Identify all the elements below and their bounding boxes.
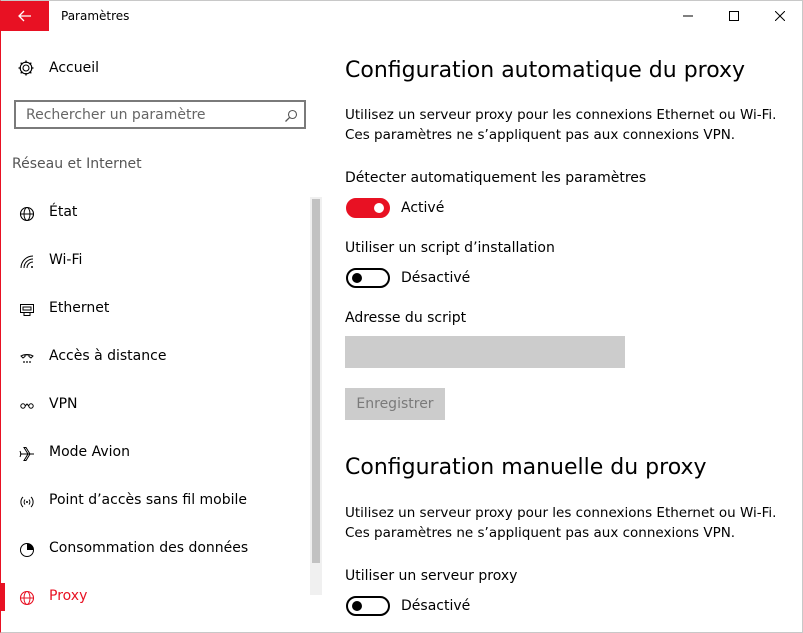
sidebar-item-mode-avion[interactable]: Mode Avion (1, 433, 309, 473)
minimize-icon (683, 15, 693, 17)
search-placeholder: Rechercher un paramètre (26, 107, 206, 123)
window-title: Paramètres (61, 9, 130, 23)
sidebar-item-label: Wi-Fi (49, 252, 83, 268)
sidebar-item-ethernet[interactable]: Ethernet (1, 289, 309, 329)
setup-script-label: Utiliser un script d’installation (345, 240, 555, 256)
sidebar-item-label: Point d’accès sans fil mobile (49, 492, 248, 508)
sidebar-scrollbar[interactable] (310, 197, 322, 595)
toggle-knob (352, 273, 362, 283)
section-label: Réseau et Internet (12, 156, 142, 172)
sidebar-item-label: État (49, 204, 78, 220)
sidebar-home-label: Accueil (49, 60, 99, 76)
back-arrow-icon (18, 10, 31, 22)
sidebar-home[interactable]: Accueil (1, 53, 323, 83)
manual-proxy-desc-line2: Ces paramètres ne s’appliquent pas aux c… (345, 525, 736, 541)
use-proxy-toggle[interactable] (346, 596, 390, 616)
script-address-input[interactable] (345, 336, 625, 368)
minimize-button[interactable] (665, 1, 711, 31)
globe-icon (18, 589, 36, 607)
mobile-hotspot-icon (18, 493, 36, 511)
sidebar-item-consommation[interactable]: Consommation des données (1, 529, 309, 569)
search-icon (284, 108, 298, 127)
vpn-icon (18, 397, 36, 415)
maximize-button[interactable] (711, 1, 757, 31)
close-button[interactable] (757, 1, 802, 31)
detect-settings-toggle[interactable] (346, 198, 390, 218)
detect-settings-label: Détecter automatiquement les paramètres (345, 170, 647, 186)
close-icon (775, 11, 785, 21)
globe-status-icon (18, 205, 36, 223)
auto-proxy-desc-line2: Ces paramètres ne s’appliquent pas aux c… (345, 127, 736, 143)
save-button[interactable]: Enregistrer (345, 388, 445, 420)
sidebar-item-label: Accès à distance (49, 348, 167, 364)
use-proxy-label: Utiliser un serveur proxy (345, 568, 518, 584)
script-address-label: Adresse du script (345, 310, 467, 326)
wifi-icon (18, 253, 36, 271)
toggle-knob (352, 601, 362, 611)
dial-up-icon (18, 349, 36, 367)
setup-script-state: Désactivé (401, 270, 471, 286)
sidebar-item-acces-distance[interactable]: Accès à distance (1, 337, 309, 377)
gear-icon (17, 59, 35, 81)
sidebar-item-proxy[interactable]: Proxy (1, 577, 309, 617)
title-bar: Paramètres (1, 1, 802, 31)
sidebar-item-label: Mode Avion (49, 444, 130, 460)
back-button[interactable] (1, 1, 49, 31)
auto-proxy-desc-line1: Utilisez un serveur proxy pour les conne… (345, 107, 777, 123)
sidebar-item-etat[interactable]: État (1, 193, 309, 233)
manual-proxy-desc-line1: Utilisez un serveur proxy pour les conne… (345, 505, 777, 521)
sidebar-item-label: Consommation des données (49, 540, 249, 556)
sidebar-item-vpn[interactable]: VPN (1, 385, 309, 425)
maximize-icon (729, 11, 739, 21)
sidebar-item-label: Ethernet (49, 300, 110, 316)
search-input[interactable]: Rechercher un paramètre (14, 100, 306, 129)
data-usage-icon (18, 541, 36, 559)
toggle-knob (374, 203, 384, 213)
ethernet-icon (18, 301, 36, 319)
use-proxy-state: Désactivé (401, 598, 471, 614)
manual-proxy-heading: Configuration manuelle du proxy (345, 455, 707, 480)
sidebar-item-label: Proxy (49, 588, 88, 604)
sidebar-item-wifi[interactable]: Wi-Fi (1, 241, 309, 281)
sidebar-item-label: VPN (49, 396, 78, 412)
detect-settings-state: Activé (401, 200, 445, 216)
main-content: Configuration automatique du proxy Utili… (345, 31, 785, 632)
airplane-icon (18, 445, 36, 463)
sidebar: Accueil Rechercher un paramètre Réseau e… (1, 31, 323, 632)
setup-script-toggle[interactable] (346, 268, 390, 288)
scrollbar-thumb[interactable] (312, 199, 320, 563)
active-indicator (1, 583, 5, 611)
sidebar-item-point-acces[interactable]: Point d’accès sans fil mobile (1, 481, 309, 521)
auto-proxy-heading: Configuration automatique du proxy (345, 58, 746, 83)
settings-window: Paramètres Accueil Rechercher un paramèt… (0, 0, 803, 633)
